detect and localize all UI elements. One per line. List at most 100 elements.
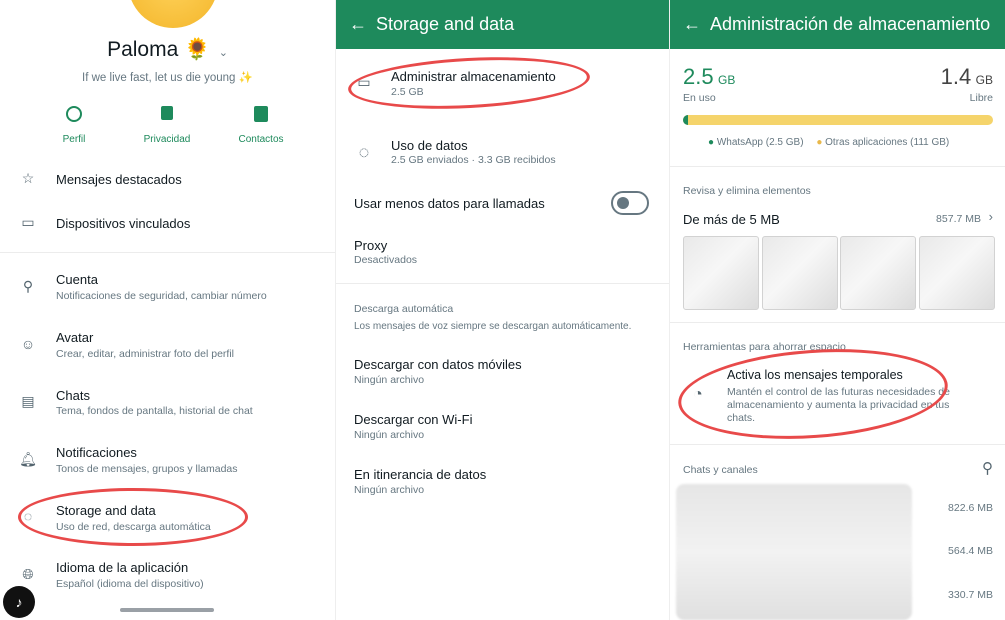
page-title: Administración de almacenamiento (710, 14, 991, 34)
storage-bar (683, 115, 993, 125)
free-storage: 1.4 GB (941, 64, 993, 90)
storage-legend: ● WhatsApp (2.5 GB) ● Otras aplicaciones… (708, 137, 949, 148)
app-bar: ← Administración de almacenamiento (670, 0, 1005, 49)
used-storage-label: En uso (683, 92, 716, 104)
data-usage-icon: ◌ (358, 142, 370, 162)
devices-icon: ▭ (21, 214, 35, 230)
settings-item-title: Idioma de la aplicación (56, 560, 189, 575)
less-data-title: Usar menos datos para llamadas (354, 196, 545, 211)
folder-icon: ▭ (357, 74, 371, 90)
avatar-icon: ☺ (20, 336, 36, 352)
chats-section-title: Chats y canales (683, 464, 758, 476)
divider (670, 322, 1005, 323)
used-storage: 2.5 GB (683, 64, 735, 90)
bell-icon: 🔔︎ (19, 451, 37, 467)
settings-item-subtitle: Notificaciones de seguridad, cambiar núm… (56, 290, 267, 302)
wifi-download-title: Descargar con Wi-Fi (354, 412, 473, 427)
profile-icon (66, 106, 82, 122)
search-icon[interactable]: ⚲ (982, 459, 993, 477)
profile-action-contactos[interactable]: Contactos (232, 106, 290, 145)
settings-item-subtitle: Uso de red, descarga automática (56, 521, 211, 533)
settings-item-title: Chats (56, 388, 90, 403)
profile-action-perfil[interactable]: Perfil (48, 106, 100, 145)
contacts-icon (254, 106, 268, 122)
settings-item-subtitle: Tema, fondos de pantalla, historial de c… (56, 405, 253, 417)
storage-bar-whatsapp (683, 115, 689, 125)
used-storage-unit: GB (718, 73, 736, 87)
chevron-down-icon[interactable]: ⌄ (219, 47, 228, 59)
data-icon: ◌ (23, 508, 33, 524)
star-icon: ☆ (21, 170, 35, 186)
profile-status: If we live fast, let us die young ✨ (82, 72, 253, 84)
settings-item-title: Dispositivos vinculados (56, 216, 191, 231)
mobile-download-subtitle: Ningún archivo (354, 374, 425, 386)
chat-icon: ▤ (21, 393, 35, 409)
wifi-download-subtitle: Ningún archivo (354, 429, 425, 441)
tools-section-title: Herramientas para ahorrar espacio (683, 341, 846, 353)
divider (336, 283, 669, 284)
auto-download-note: Los mensajes de voz siempre se descargan… (354, 321, 632, 332)
back-arrow-icon[interactable]: ← (670, 14, 710, 35)
media-thumbnail[interactable] (683, 236, 759, 310)
large-files-title: De más de 5 MB (683, 212, 780, 227)
review-section-title: Revisa y elimina elementos (683, 185, 811, 197)
large-files-size: 857.7 MB (936, 213, 981, 225)
timer-icon: ◔ (693, 386, 703, 403)
settings-item-subtitle: Español (idioma del dispositivo) (56, 578, 204, 590)
proxy-subtitle: Desactivados (354, 254, 418, 266)
app-bar: ← Storage and data (336, 0, 669, 49)
globe-icon: 🌐︎ (22, 566, 34, 582)
mobile-download-title: Descargar con datos móviles (354, 357, 522, 372)
media-thumbnail[interactable] (919, 236, 995, 310)
legend-dot-other: ● (816, 137, 823, 148)
profile-name: Paloma 🌻 (107, 38, 211, 61)
chat-list-blurred (676, 484, 912, 620)
storage-data-panel: ← Storage and data ▭ Administrar almacen… (335, 0, 669, 620)
profile-action-label: Privacidad (143, 134, 191, 145)
key-icon: ⚲ (22, 278, 34, 294)
profile-name-row[interactable]: Paloma 🌻 ⌄ (0, 38, 335, 62)
legend-whatsapp: WhatsApp (2.5 GB) (716, 137, 804, 148)
data-usage-title: Uso de datos (391, 138, 468, 153)
settings-item-title: Mensajes destacados (56, 172, 182, 187)
divider (0, 252, 335, 253)
chat-size: 564.4 MB (948, 545, 993, 557)
toggle-knob (617, 197, 629, 209)
free-storage-unit: GB (975, 73, 993, 87)
legend-other: Otras aplicaciones (111 GB) (825, 137, 950, 148)
profile-action-privacidad[interactable]: Privacidad (138, 106, 196, 145)
back-arrow-icon[interactable]: ← (336, 14, 376, 35)
tiktok-logo-icon: ♪ (3, 586, 35, 618)
free-storage-value: 1.4 (940, 64, 972, 89)
manage-storage-subtitle: 2.5 GB (391, 86, 424, 98)
media-thumbnail[interactable] (840, 236, 916, 310)
manage-storage-panel: ← Administración de almacenamiento 2.5 G… (669, 0, 1005, 620)
page-title: Storage and data (376, 14, 515, 34)
auto-download-section: Descarga automática (354, 303, 454, 315)
temp-messages-subtitle: Mantén el control de las futuras necesid… (727, 386, 950, 424)
proxy-title: Proxy (354, 238, 388, 253)
navigation-handle[interactable] (120, 608, 214, 612)
roaming-download-subtitle: Ningún archivo (354, 484, 425, 496)
settings-item-subtitle: Tonos de mensajes, grupos y llamadas (56, 463, 238, 475)
settings-item-title: Cuenta (56, 272, 98, 287)
roaming-download-title: En itinerancia de datos (354, 467, 487, 482)
settings-item-subtitle: Crear, editar, administrar foto del perf… (56, 348, 234, 360)
lock-icon (161, 106, 173, 120)
used-storage-value: 2.5 (683, 64, 714, 89)
data-usage-subtitle: 2.5 GB enviados · 3.3 GB recibidos (391, 154, 556, 166)
divider (670, 444, 1005, 445)
legend-dot-whatsapp: ● (708, 137, 715, 148)
divider (670, 166, 1005, 167)
profile-photo[interactable] (128, 0, 218, 28)
settings-item-title: Notificaciones (56, 445, 137, 460)
free-storage-label: Libre (969, 92, 993, 104)
settings-item-title: Storage and data (56, 503, 156, 518)
temp-messages-title: Activa los mensajes temporales (727, 368, 903, 382)
chevron-right-icon: › (988, 209, 993, 224)
profile-action-label: Perfil (62, 134, 86, 145)
less-data-toggle[interactable] (611, 191, 649, 215)
chat-size: 330.7 MB (948, 589, 993, 601)
media-thumbnail[interactable] (762, 236, 838, 310)
profile-action-label: Contactos (238, 134, 284, 145)
